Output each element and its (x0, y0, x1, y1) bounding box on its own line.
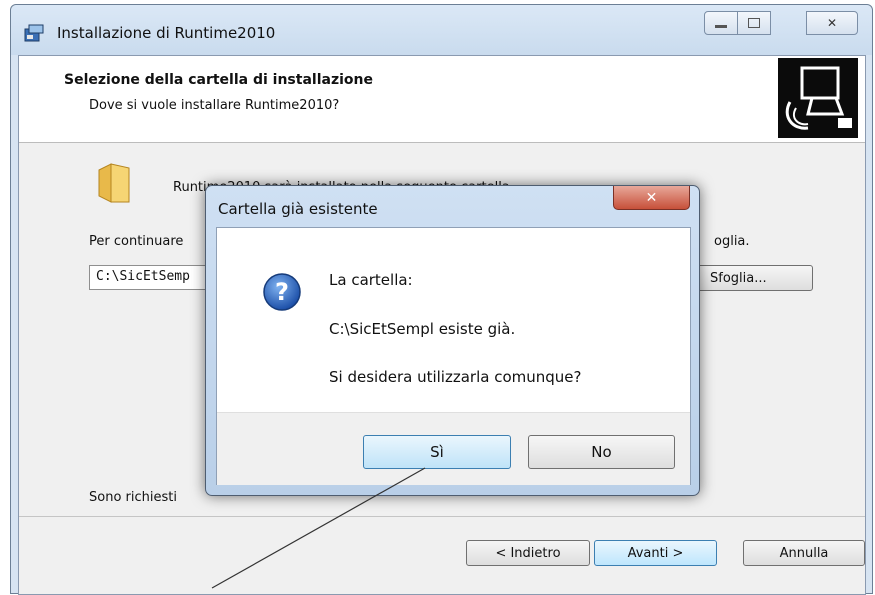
browse-button[interactable]: Sfoglia... (695, 265, 813, 291)
folder-icon (98, 163, 130, 203)
back-button[interactable]: < Indietro (466, 540, 590, 566)
disk-space-text: Sono richiesti (89, 490, 177, 505)
no-button[interactable]: No (528, 435, 675, 469)
dialog-close-button[interactable]: ✕ (613, 186, 690, 210)
title-bar[interactable]: Installazione di Runtime2010 ✕ (11, 5, 872, 55)
page-title: Selezione della cartella di installazion… (64, 72, 373, 88)
dialog-title: Cartella già esistente (218, 200, 378, 218)
close-button[interactable]: ✕ (806, 11, 858, 35)
next-button[interactable]: Avanti > (594, 540, 717, 566)
maximize-icon (748, 18, 760, 28)
close-icon: ✕ (826, 16, 838, 30)
minimize-button[interactable] (704, 11, 738, 35)
maximize-button[interactable] (737, 11, 771, 35)
question-icon: ? (263, 273, 301, 311)
installer-computer-icon (778, 58, 858, 138)
dialog-message-line1: La cartella: (329, 271, 413, 289)
yes-button[interactable]: Sì (363, 435, 511, 469)
dialog-body: ? La cartella: C:\SicEtSempl esiste già.… (216, 227, 691, 485)
cancel-button[interactable]: Annulla (743, 540, 865, 566)
dialog-message-line3: Si desidera utilizzarla comunque? (329, 368, 582, 386)
close-icon: ✕ (645, 189, 658, 206)
dialog-message-line2: C:\SicEtSempl esiste già. (329, 320, 516, 338)
wizard-header: Selezione della cartella di installazion… (19, 56, 865, 143)
window-title: Installazione di Runtime2010 (57, 24, 276, 42)
page-subtitle: Dove si vuole installare Runtime2010? (89, 98, 340, 113)
svg-text:?: ? (275, 278, 289, 306)
footer-divider (19, 516, 865, 517)
continue-instruction-text: Per continuare (89, 234, 184, 249)
folder-exists-dialog: Cartella già esistente ✕ ? La cartella: … (205, 185, 700, 496)
minimize-icon (715, 24, 727, 28)
installer-app-icon (24, 24, 44, 42)
continue-instruction-text-end: oglia. (714, 234, 750, 249)
